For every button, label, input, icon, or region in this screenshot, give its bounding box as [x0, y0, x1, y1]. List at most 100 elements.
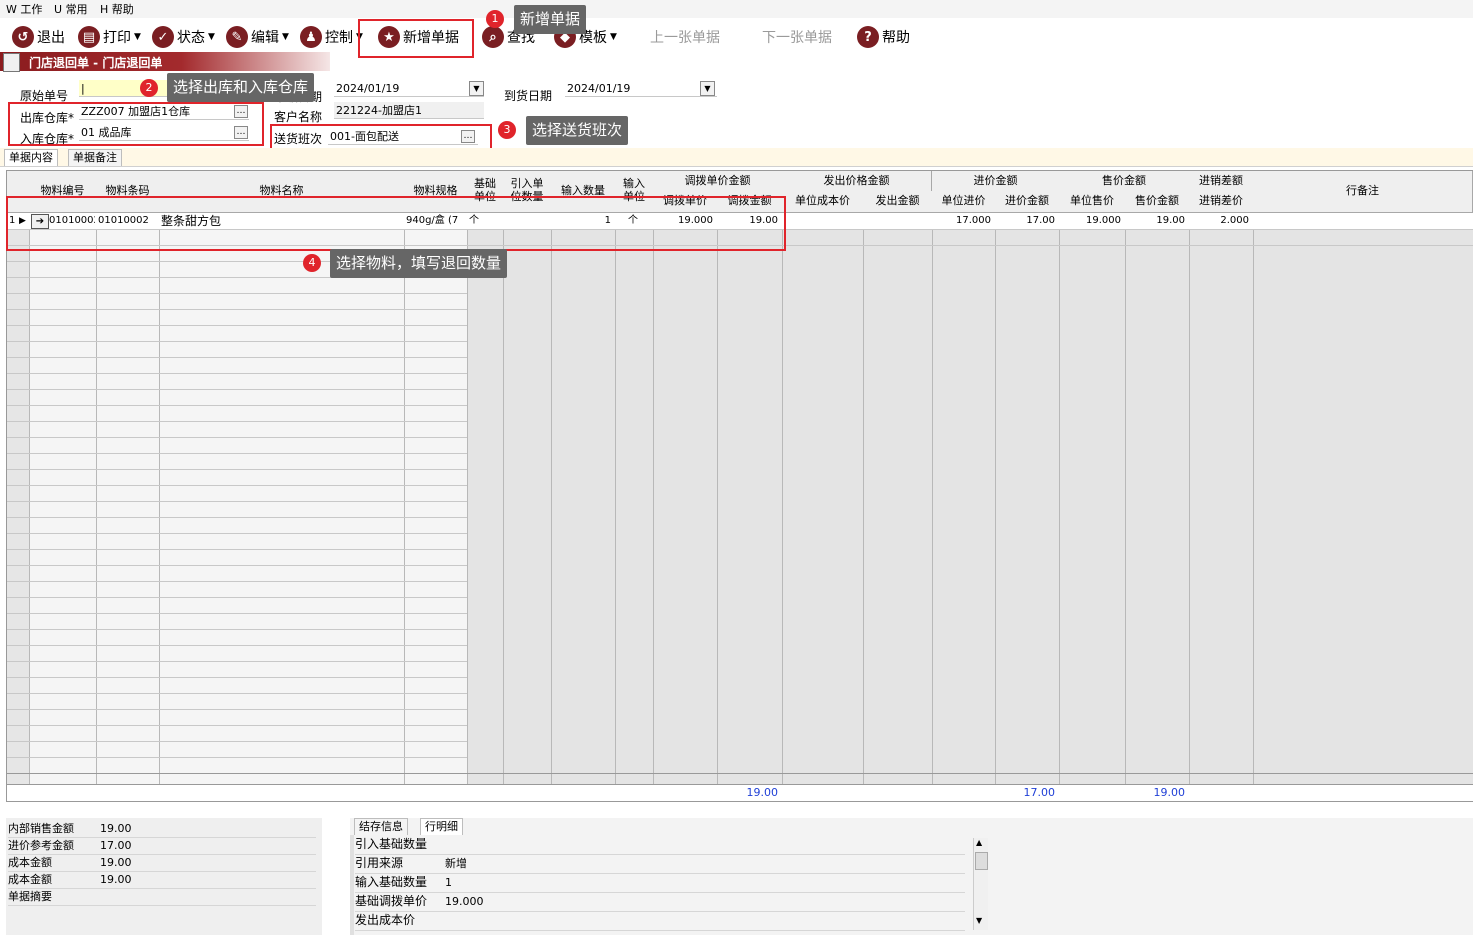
total-transfer-amount: 19.00 — [746, 786, 779, 799]
arrive-date-label: 到货日期 — [504, 89, 553, 103]
detail-scrollbar[interactable]: ▲ ▼ — [973, 838, 988, 930]
summary-row: 成本金额 19.00 — [8, 871, 316, 889]
col-line — [653, 171, 654, 801]
cell-unit-sale: 19.000 — [1086, 215, 1121, 226]
tab-document-notes[interactable]: 单据备注 — [68, 149, 122, 166]
help-icon: ? — [857, 26, 879, 48]
arrive-date-dropdown[interactable]: ▼ — [700, 81, 715, 96]
check-icon: ✓ — [152, 26, 174, 48]
annotation-box-4 — [6, 196, 786, 251]
summary-row: 成本金额 19.00 — [8, 854, 316, 872]
col-line — [1059, 171, 1060, 801]
total-purchase-amount: 17.00 — [1023, 786, 1056, 799]
col-line — [1253, 171, 1254, 801]
col-line — [1189, 171, 1190, 801]
col-header-margin-price[interactable]: 进销差价 — [1189, 191, 1254, 213]
summary-row: 单据摘要 — [8, 888, 316, 906]
tab-row-detail[interactable]: 行明细 — [420, 818, 463, 835]
col-group-issue: 发出价格金额 — [782, 171, 932, 192]
annotation-box-1 — [358, 19, 474, 58]
exit-icon: ↺ — [12, 26, 34, 48]
search-icon: ⌕ — [482, 26, 504, 48]
annotation-badge-1: 1 — [486, 10, 504, 28]
chevron-down-icon: ▼ — [282, 32, 289, 42]
summary-row: 内部销售金额 19.00 — [8, 820, 316, 838]
detail-splitter[interactable] — [350, 835, 354, 935]
next-document-button[interactable]: 下一张单据 — [762, 24, 832, 50]
menu-common[interactable]: U 常用 — [54, 1, 88, 17]
toolbar: ↺ 退出 ▤ 打印 ▼ ✓ 状态 ▼ ✎ 编辑 ▼ ♟ 控制 ▼ ★ 新增单据 ⌕ 查找 ◆ 模板 ▼ 上… — [0, 18, 1473, 52]
user-icon: ♟ — [300, 26, 322, 48]
detail-row: 发出成本价 — [355, 911, 965, 931]
edit-button[interactable]: ✎ 编辑 ▼ — [226, 24, 289, 50]
col-line — [96, 171, 97, 801]
col-header-unit-purchase[interactable]: 单位进价 — [932, 191, 996, 213]
printer-icon: ▤ — [78, 26, 100, 48]
col-header-remark[interactable]: 行备注 — [1253, 171, 1473, 213]
col-line — [863, 171, 864, 801]
customer-field: 221224-加盟店1 — [334, 102, 484, 119]
cell-sale-amount: 19.00 — [1156, 215, 1185, 226]
col-line — [551, 171, 552, 801]
col-header-issue-amount[interactable]: 发出金额 — [863, 191, 933, 213]
prev-document-button[interactable]: 上一张单据 — [650, 24, 720, 50]
summary-row: 进价参考金额 17.00 — [8, 837, 316, 855]
annotation-badge-3: 3 — [498, 121, 516, 139]
annotation-box-2 — [8, 102, 264, 146]
summary-pane: 内部销售金额 19.00 进价参考金额 17.00 成本金额 19.00 成本金额 19… — [6, 818, 322, 935]
detail-row: 引入基础数量 — [355, 835, 965, 855]
col-header-unit-sale[interactable]: 单位售价 — [1059, 191, 1126, 213]
col-line — [1125, 171, 1126, 801]
scroll-thumb[interactable] — [975, 852, 988, 870]
detail-row: 输入基础数量 1 — [355, 873, 965, 893]
scroll-down-icon[interactable]: ▼ — [976, 916, 982, 925]
menu-bar: W 工作 U 常用 H 帮助 — [0, 0, 1473, 18]
col-group-margin: 进销差额 — [1189, 171, 1254, 192]
control-button[interactable]: ♟ 控制 ▼ — [300, 24, 363, 50]
col-line — [995, 171, 996, 801]
customer-label: 客户名称 — [274, 110, 323, 124]
doc-date-input[interactable]: 2024/01/19 — [334, 80, 484, 97]
annotation-tip-1: 新增单据 — [514, 5, 587, 34]
scroll-up-icon[interactable]: ▲ — [976, 838, 982, 847]
doc-date-dropdown[interactable]: ▼ — [469, 81, 484, 96]
tab-stock-info[interactable]: 结存信息 — [354, 818, 408, 835]
col-line — [717, 171, 718, 801]
exit-button[interactable]: ↺ 退出 — [12, 24, 65, 50]
chevron-down-icon: ▼ — [134, 32, 141, 42]
items-grid: 物料编号 物料条码 物料名称 物料规格 基础单位 引入单位数量 输入数量 输入单… — [6, 170, 1473, 802]
menu-help[interactable]: H 帮助 — [100, 1, 134, 17]
annotation-tip-3: 选择送货班次 — [526, 116, 629, 145]
annotation-tip-2: 选择出库和入库仓库 — [167, 73, 315, 102]
annotation-badge-2: 2 — [140, 79, 158, 97]
arrive-date-input[interactable]: 2024/01/19 — [565, 80, 717, 97]
col-group-purchase: 进价金额 — [932, 171, 1060, 192]
col-line — [29, 171, 30, 801]
col-header-sale-amount[interactable]: 售价金额 — [1125, 191, 1190, 213]
col-group-transfer: 调拨单价金额 — [653, 171, 783, 192]
cell-purchase-amount: 17.00 — [1026, 215, 1055, 226]
row-indicator-column — [7, 171, 29, 801]
status-button[interactable]: ✓ 状态 ▼ — [152, 24, 215, 50]
col-header-unit-cost[interactable]: 单位成本价 — [782, 191, 864, 213]
col-line — [159, 171, 160, 801]
window-title-bar: 门店退回单 - 门店退回单 — [0, 52, 330, 72]
detail-row: 引用来源 新增 — [355, 854, 965, 874]
col-line — [782, 171, 783, 801]
cell-unit-purchase: 17.000 — [956, 215, 991, 226]
detail-pane: 结存信息 行明细 引入基础数量 引用来源 新增 输入基础数量 1 基础调拨单价 19.… — [350, 818, 1473, 935]
menu-work[interactable]: W 工作 — [6, 1, 42, 17]
print-button[interactable]: ▤ 打印 ▼ — [78, 24, 141, 50]
detail-row: 基础调拨单价 19.000 — [355, 892, 965, 912]
col-header-purchase-amount[interactable]: 进价金额 — [995, 191, 1060, 213]
document-tabs: 单据内容 单据备注 — [0, 148, 1473, 167]
col-group-sale: 售价金额 — [1059, 171, 1190, 192]
tab-document-content[interactable]: 单据内容 — [4, 149, 58, 166]
window-title: 门店退回单 - 门店退回单 — [29, 56, 163, 70]
chevron-down-icon: ▼ — [208, 32, 215, 42]
col-line — [932, 171, 933, 801]
total-sale-amount: 19.00 — [1153, 786, 1186, 799]
help-button[interactable]: ? 帮助 — [857, 24, 910, 50]
annotation-badge-4: 4 — [303, 254, 321, 272]
totals-row: 19.00 17.00 19.00 — [7, 784, 1473, 801]
